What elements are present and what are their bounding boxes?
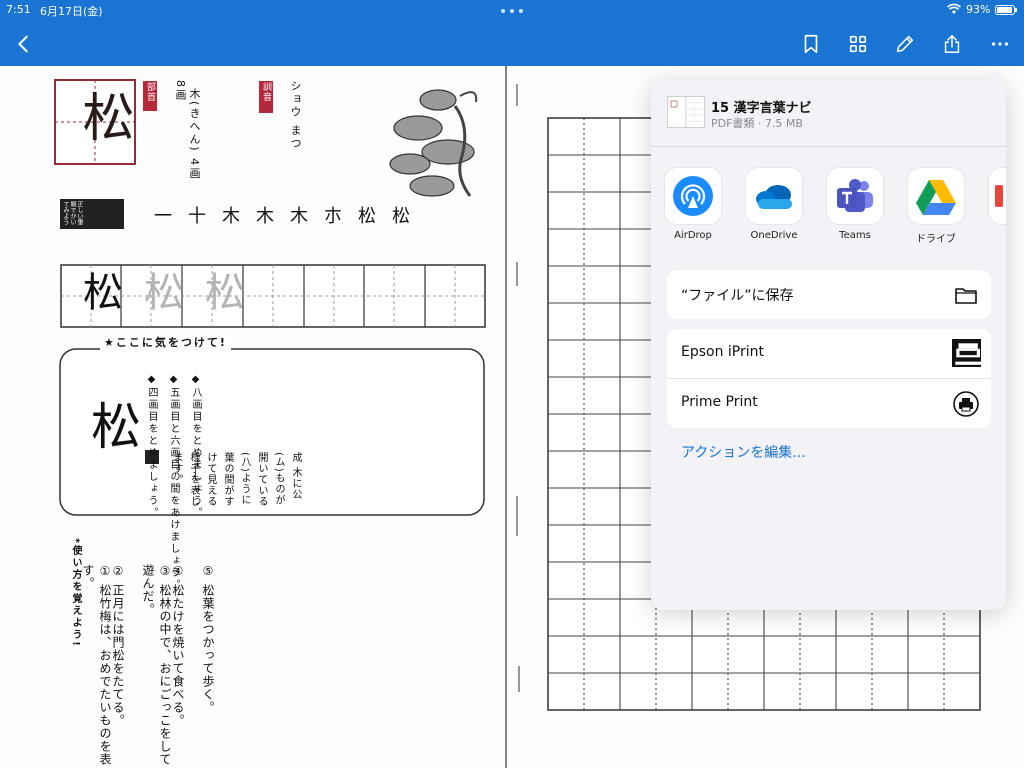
share-app-airdrop[interactable]: AirDrop bbox=[661, 168, 725, 241]
status-bar: 7:51 6月17日(金) 93% bbox=[0, 0, 1024, 22]
grid-icon bbox=[849, 35, 867, 53]
file-name: 15 漢字言葉ナビ bbox=[711, 101, 812, 116]
battery-icon bbox=[995, 5, 1017, 15]
save-files-group: “ファイル”に保存 bbox=[667, 270, 991, 319]
attention-kanji: 松 bbox=[83, 400, 141, 450]
more-icon bbox=[991, 42, 1009, 46]
annotate-button[interactable] bbox=[893, 32, 917, 56]
origin-note: 成 木に公(ム)ものが開いている(八)ように葉の間がすけて見える様子を表します。 bbox=[171, 452, 301, 507]
share-button[interactable] bbox=[940, 32, 964, 56]
epson-printer-icon bbox=[952, 339, 981, 367]
share-file-header: 15 漢字言葉ナビ PDF書類 · 7.5 MB bbox=[651, 80, 1006, 147]
share-app-label: ドライブ bbox=[916, 234, 956, 245]
wifi-icon bbox=[947, 3, 961, 14]
stroke-order-label: 正しい筆順でかいてみよう bbox=[62, 201, 83, 225]
partial-app-icon bbox=[995, 185, 1003, 207]
usage-example: ③ 松林の中で、おにごっこをして遊んだ。 bbox=[141, 564, 172, 766]
share-sheet-arrow bbox=[987, 70, 1007, 80]
pencil-icon bbox=[896, 35, 914, 53]
save-to-files-row[interactable]: “ファイル”に保存 bbox=[667, 270, 991, 319]
bookmark-button[interactable] bbox=[799, 32, 823, 56]
radical-info: 木(きへん) 4画 bbox=[188, 88, 201, 181]
onedrive-icon bbox=[756, 185, 792, 209]
radical-label: 部首 bbox=[145, 82, 155, 102]
practice-kanji: 松 bbox=[76, 271, 122, 311]
share-sheet: 15 漢字言葉ナビ PDF書類 · 7.5 MB AirDrop OneDriv… bbox=[651, 80, 1006, 610]
airdrop-icon bbox=[673, 176, 713, 216]
teams-icon bbox=[837, 179, 873, 212]
share-icon bbox=[944, 34, 960, 54]
bookmark-icon bbox=[804, 34, 818, 54]
multitasking-dots-icon[interactable] bbox=[501, 9, 523, 13]
prime-print-label: Prime Print bbox=[681, 394, 758, 410]
printer-icon bbox=[953, 391, 979, 417]
share-app-google-drive[interactable]: ドライブ bbox=[904, 168, 968, 245]
share-app-more-partial[interactable] bbox=[985, 168, 1006, 224]
google-drive-icon bbox=[916, 180, 956, 215]
epson-iprint-row[interactable]: Epson iPrint bbox=[667, 329, 991, 379]
save-to-files-label: “ファイル”に保存 bbox=[681, 288, 794, 304]
battery-percent: 93% bbox=[966, 3, 991, 16]
thumbnails-button[interactable] bbox=[846, 32, 870, 56]
file-meta: PDF書類 · 7.5 MB bbox=[711, 117, 803, 130]
prime-print-row[interactable]: Prime Print bbox=[667, 379, 991, 428]
stroke-step: 木 bbox=[287, 206, 308, 226]
share-app-label: Teams bbox=[839, 230, 871, 241]
practice-kanji: 松 bbox=[198, 271, 244, 311]
status-date: 6月17日(金) bbox=[40, 5, 103, 18]
stroke-step: 木 bbox=[253, 206, 274, 226]
practice-kanji: 松 bbox=[137, 271, 183, 311]
stroke-step: 木 bbox=[219, 206, 240, 226]
more-button[interactable] bbox=[988, 32, 1012, 56]
stroke-step: 一 bbox=[151, 206, 172, 226]
attention-title: ★ここに気をつけて! bbox=[100, 334, 231, 350]
epson-iprint-label: Epson iPrint bbox=[681, 344, 765, 360]
share-app-label: OneDrive bbox=[750, 230, 798, 241]
readings: ショウ まつ bbox=[289, 80, 302, 151]
kanji-character: 松 bbox=[73, 90, 133, 142]
stroke-step: 松 bbox=[355, 206, 376, 226]
share-app-onedrive[interactable]: OneDrive bbox=[742, 168, 806, 241]
attention-note: ◆四画目をとめましょう。 bbox=[146, 374, 157, 519]
stroke-step: 朩 bbox=[321, 206, 342, 226]
share-app-teams[interactable]: Teams bbox=[823, 168, 887, 241]
back-icon bbox=[18, 35, 28, 53]
share-apps-row: AirDrop OneDrive Teams ドライブ bbox=[651, 168, 1006, 248]
share-app-label: AirDrop bbox=[674, 230, 712, 241]
usage-example: ⑤ 松葉をつかって歩く。 bbox=[201, 564, 215, 714]
folder-icon bbox=[955, 288, 977, 304]
edit-actions-link[interactable]: アクションを編集... bbox=[681, 442, 806, 462]
status-time: 7:51 bbox=[6, 3, 31, 16]
print-actions-group: Epson iPrint Prime Print bbox=[667, 329, 991, 428]
reading-label: 訓音 bbox=[261, 82, 271, 102]
usage-example: ② 正月には門松をたてる。 bbox=[111, 564, 125, 727]
toolbar bbox=[0, 22, 1024, 66]
usage-example: ① 松竹梅は、おめでたいものを表す。 bbox=[81, 564, 112, 766]
stroke-step: 松 bbox=[389, 206, 410, 226]
back-button[interactable] bbox=[12, 32, 36, 56]
stroke-step: 十 bbox=[185, 206, 206, 226]
usage-example: ④ 松たけを焼いて食べる。 bbox=[171, 564, 185, 727]
file-thumbnail bbox=[667, 96, 705, 128]
